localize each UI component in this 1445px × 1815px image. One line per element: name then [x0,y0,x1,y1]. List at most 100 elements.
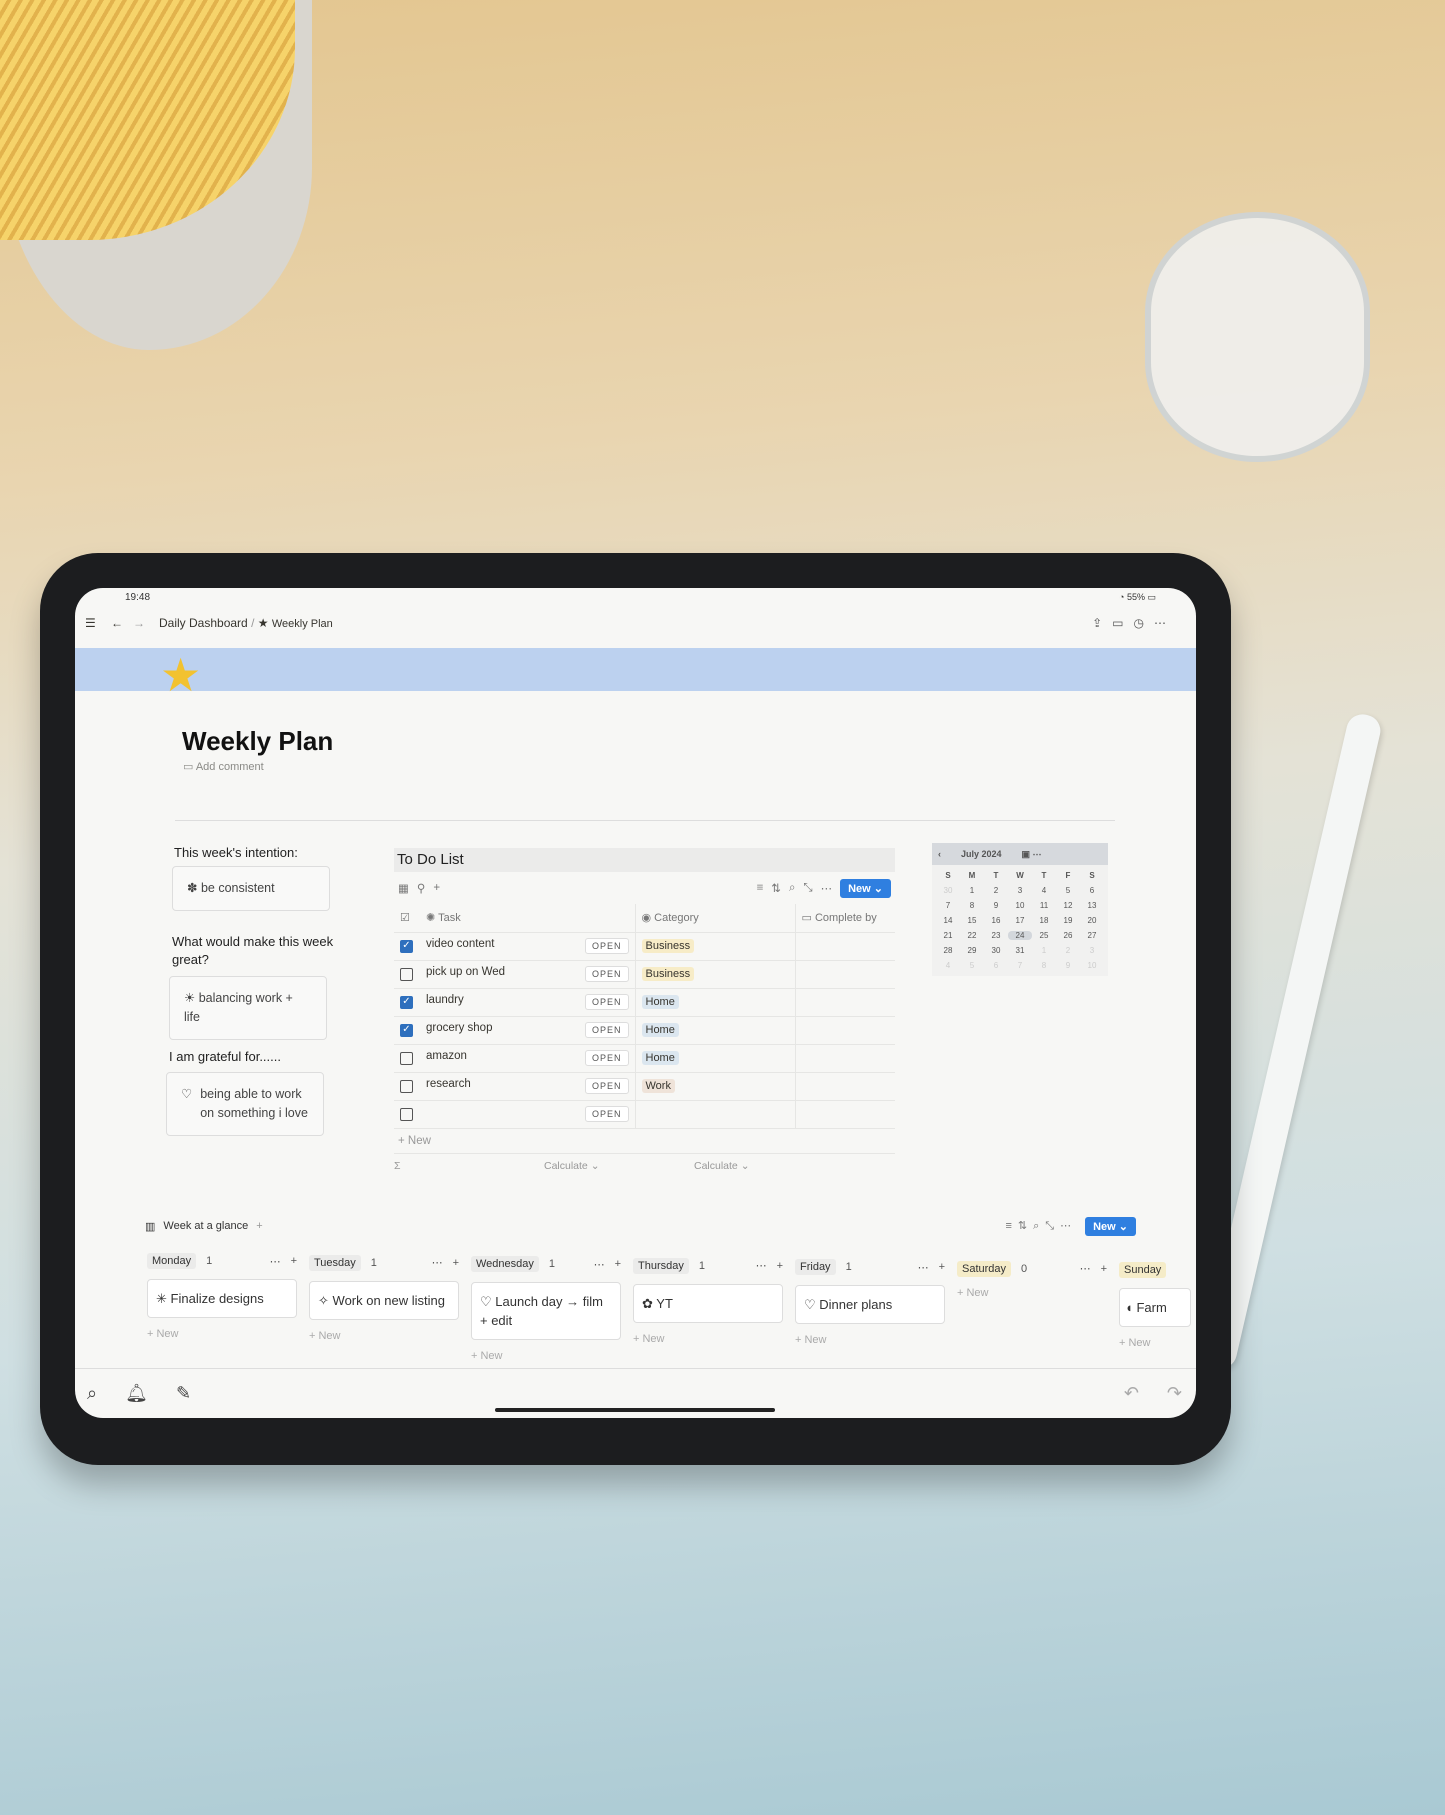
checkbox[interactable]: ✓ [400,939,413,953]
complete-by-cell[interactable] [794,1016,895,1045]
open-button[interactable]: OPEN [584,966,629,982]
task-checkbox[interactable]: ✓ [394,988,420,1017]
share-icon[interactable]: ⇪ [1092,616,1112,630]
add-view-icon[interactable]: + [256,1220,262,1232]
calendar-day[interactable]: 10 [1008,901,1032,910]
open-button[interactable]: OPEN [584,1106,629,1122]
checkbox[interactable]: ✓ [400,995,413,1009]
more-icon[interactable]: ⋯ [1154,616,1176,630]
category-cell[interactable]: Business [634,960,795,989]
calendar-day[interactable]: 10 [1080,961,1104,970]
task-checkbox[interactable] [394,960,420,989]
filter-icon[interactable]: ≡ [1005,1220,1017,1232]
board-view-icon[interactable]: ▥ [145,1220,155,1233]
calculate-task[interactable]: Calculate ⌄ [544,1160,694,1172]
column-name[interactable]: Thursday [633,1257,689,1274]
board-card[interactable]: ♡ Dinner plans [795,1285,945,1324]
calendar-day[interactable]: 16 [984,916,1008,925]
column-more-icon[interactable]: ⋯ [918,1261,929,1274]
forward-icon[interactable]: → [133,616,145,630]
category-cell[interactable]: Home [634,988,795,1017]
calendar-day[interactable]: 5 [960,961,984,970]
complete-by-cell[interactable] [794,960,895,989]
sort-icon[interactable]: ⇅ [771,881,781,895]
calendar-day[interactable]: 6 [984,961,1008,970]
column-name[interactable]: Wednesday [471,1256,539,1272]
open-button[interactable]: OPEN [584,1078,629,1094]
column-more-icon[interactable]: ⋯ [270,1255,281,1268]
more-icon[interactable]: ⋯ [1060,1220,1077,1232]
complete-by-cell[interactable] [794,1072,895,1101]
comment-icon[interactable]: ▭ [1112,616,1133,630]
task-checkbox[interactable]: ✓ [394,1016,420,1045]
back-icon[interactable]: ← [111,616,123,630]
new-button[interactable]: New ⌄ [1085,1216,1136,1236]
calendar-day[interactable]: 25 [1032,931,1056,940]
column-more-icon[interactable]: ⋯ [1080,1262,1091,1275]
column-name[interactable]: Friday [795,1259,836,1275]
week-title[interactable]: Week at a glance [163,1220,248,1232]
bell-icon[interactable]: 🔔︎ [125,1383,148,1404]
task-cell[interactable]: video content OPEN [420,932,635,961]
calendar-day[interactable]: 15 [960,916,984,925]
add-new-card-button[interactable]: + New [147,1328,297,1340]
column-add-icon[interactable]: + [453,1257,459,1269]
task-cell[interactable]: grocery shop OPEN [420,1016,635,1045]
calendar-day[interactable]: 12 [1056,901,1080,910]
new-button[interactable]: New ⌄ [840,878,891,898]
calendar-day[interactable]: 4 [1032,886,1056,895]
open-button[interactable]: OPEN [584,994,629,1010]
calendar-day[interactable]: 18 [1032,916,1056,925]
add-new-card-button[interactable]: + New [957,1287,1107,1299]
search-icon[interactable]: ⌕ [87,1383,97,1404]
category-column-header[interactable]: ◉ Category [634,904,795,933]
intention-callout[interactable]: ✽ be consistent [172,866,330,911]
calendar-day[interactable]: 30 [936,886,960,895]
calendar-day[interactable]: 1 [960,886,984,895]
calendar-day[interactable]: 3 [1008,886,1032,895]
calendar-day[interactable]: 31 [1008,946,1032,955]
task-cell[interactable]: laundry OPEN [420,988,635,1017]
calendar-day[interactable]: 29 [960,946,984,955]
more-icon[interactable]: ⋯ [821,881,833,895]
task-checkbox[interactable] [394,1072,420,1101]
view-icon[interactable]: ⚲ [417,881,425,895]
search-icon[interactable]: ⌕ [789,882,795,895]
compose-icon[interactable]: ✎ [176,1383,191,1404]
open-button[interactable]: OPEN [584,1050,629,1066]
expand-icon[interactable]: ⤡ [1045,1220,1060,1232]
checkbox[interactable] [400,1107,413,1121]
column-more-icon[interactable]: ⋯ [756,1259,767,1272]
calendar-day[interactable]: 24 [1008,931,1032,940]
task-checkbox[interactable] [394,1044,420,1073]
add-new-card-button[interactable]: + New [1119,1337,1191,1349]
column-add-icon[interactable]: + [1101,1263,1107,1275]
calendar-day[interactable]: 30 [984,946,1008,955]
calculate-category[interactable]: Calculate ⌄ [694,1160,750,1172]
column-add-icon[interactable]: + [777,1260,783,1272]
sigma-icon[interactable]: Σ [394,1160,544,1172]
calendar-options-icon[interactable]: ▣ ⋯ [1022,849,1042,860]
calendar-day[interactable]: 23 [984,931,1008,940]
board-card[interactable]: ✳ Finalize designs [147,1279,297,1318]
task-cell[interactable]: amazon OPEN [420,1044,635,1073]
open-button[interactable]: OPEN [584,1022,629,1038]
filter-icon[interactable]: ≡ [757,882,764,894]
calendar-day[interactable]: 22 [960,931,984,940]
sort-icon[interactable]: ⇅ [1018,1220,1033,1232]
calendar-day[interactable]: 26 [1056,931,1080,940]
category-cell[interactable] [634,1100,795,1129]
task-cell[interactable]: pick up on Wed OPEN [420,960,635,989]
calendar-day[interactable]: 14 [936,916,960,925]
checkbox[interactable]: ✓ [400,1023,413,1037]
calendar-day[interactable]: 19 [1056,916,1080,925]
calendar-day[interactable]: 27 [1080,931,1104,940]
history-icon[interactable]: ◷ [1134,616,1154,630]
calendar-day[interactable]: 28 [936,946,960,955]
checkbox-column-header[interactable]: ☑ [394,904,420,933]
column-more-icon[interactable]: ⋯ [594,1258,605,1271]
calendar-day[interactable]: 17 [1008,916,1032,925]
column-name[interactable]: Tuesday [309,1254,361,1271]
board-card[interactable]: ♡ Launch day → film + edit [471,1282,621,1340]
table-view-icon[interactable]: ▦ [398,881,409,895]
